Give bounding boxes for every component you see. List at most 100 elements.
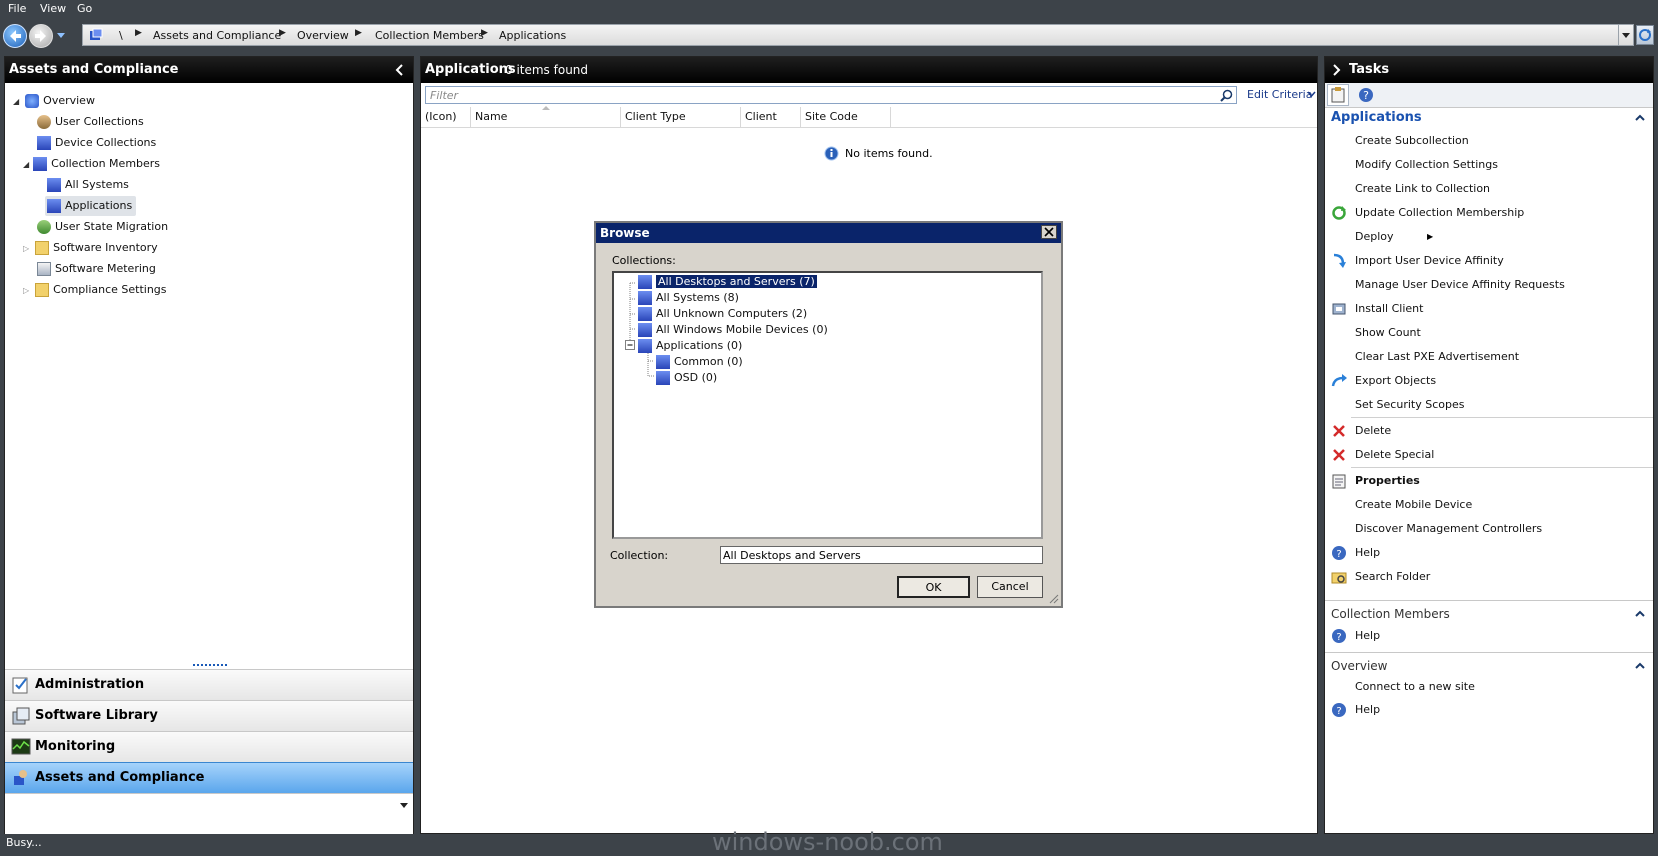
forward-button[interactable] xyxy=(29,24,53,48)
chevron-down-icon[interactable] xyxy=(399,802,409,810)
tab-help[interactable]: ? xyxy=(1357,86,1375,104)
search-icon[interactable] xyxy=(1220,89,1233,102)
crumb-assets[interactable]: Assets and Compliance xyxy=(153,29,281,42)
collection-icon xyxy=(638,275,652,289)
task-deploy[interactable]: Deploy xyxy=(1355,227,1394,247)
task-connect-new-site[interactable]: Connect to a new site xyxy=(1355,677,1475,697)
workspace-assets-and-compliance[interactable]: Assets and Compliance xyxy=(5,762,413,793)
tree-item-all-systems[interactable]: All Systems xyxy=(47,175,129,195)
task-delete-special[interactable]: Delete Special xyxy=(1355,445,1434,465)
info-icon xyxy=(824,146,839,161)
tree-item-collection-members[interactable]: ◢ Collection Members xyxy=(23,154,160,174)
dialog-tree-item[interactable]: All Systems (8) xyxy=(638,290,739,306)
filter-input[interactable]: Filter xyxy=(425,86,1237,104)
task-discover-management-controllers[interactable]: Discover Management Controllers xyxy=(1355,519,1542,539)
section-applications-header[interactable]: Applications xyxy=(1325,107,1653,129)
task-show-count[interactable]: Show Count xyxy=(1355,323,1421,343)
task-update-collection-membership[interactable]: Update Collection Membership xyxy=(1355,203,1524,223)
task-clear-last-pxe-advertisement[interactable]: Clear Last PXE Advertisement xyxy=(1355,347,1519,367)
chevron-up-icon[interactable] xyxy=(1635,114,1645,122)
task-set-security-scopes[interactable]: Set Security Scopes xyxy=(1355,395,1464,415)
task-help[interactable]: Help xyxy=(1355,543,1380,563)
task-export-objects[interactable]: Export Objects xyxy=(1355,371,1436,391)
workspace-software-library[interactable]: Software Library xyxy=(5,700,413,731)
task-modify-collection-settings[interactable]: Modify Collection Settings xyxy=(1355,155,1498,175)
tree-item-user-state-migration[interactable]: User State Migration xyxy=(37,217,168,237)
chevron-up-icon[interactable] xyxy=(1635,662,1645,670)
dialog-tree-item[interactable]: Applications (0) xyxy=(638,338,742,354)
refresh-icon xyxy=(1639,29,1651,41)
address-root[interactable]: \ xyxy=(119,29,123,42)
task-help-overview[interactable]: Help xyxy=(1355,700,1380,720)
task-import-user-device-affinity[interactable]: Import User Device Affinity xyxy=(1355,251,1504,271)
dialog-close-button[interactable] xyxy=(1041,225,1057,239)
history-dropdown-icon[interactable] xyxy=(56,32,66,40)
section-overview-header[interactable]: Overview xyxy=(1325,655,1653,677)
tasks-toolbar: ? xyxy=(1325,83,1653,108)
refresh-button[interactable] xyxy=(1636,25,1654,45)
dialog-tree-item[interactable]: All Unknown Computers (2) xyxy=(638,306,807,322)
task-properties[interactable]: Properties xyxy=(1355,471,1420,491)
tree-item-user-collections[interactable]: User Collections xyxy=(37,112,144,132)
task-create-subcollection[interactable]: Create Subcollection xyxy=(1355,131,1469,151)
tree-item-overview[interactable]: ◢ Overview xyxy=(13,91,95,111)
expanded-triangle-icon[interactable]: ◢ xyxy=(23,160,29,169)
address-dropdown[interactable] xyxy=(1618,25,1633,45)
edit-criteria-link[interactable]: Edit Criteria xyxy=(1247,88,1312,101)
task-manage-user-device-affinity-requests[interactable]: Manage User Device Affinity Requests xyxy=(1355,275,1565,295)
column-site-code[interactable]: Site Code xyxy=(801,107,891,127)
collection-icon xyxy=(47,199,61,213)
dialog-tree-item[interactable]: All Windows Mobile Devices (0) xyxy=(638,322,828,338)
crumb-applications[interactable]: Applications xyxy=(499,29,566,42)
tree-item-software-metering[interactable]: Software Metering xyxy=(37,259,156,279)
section-collection-members-header[interactable]: Collection Members xyxy=(1325,603,1653,625)
dialog-tree-item[interactable]: OSD (0) xyxy=(656,370,717,386)
tab-actions[interactable] xyxy=(1327,84,1349,106)
users-icon xyxy=(37,115,51,129)
column-client-type[interactable]: Client Type xyxy=(621,107,741,127)
tree-item-software-inventory[interactable]: ▷ Software Inventory xyxy=(23,238,158,258)
dialog-title: Browse xyxy=(600,226,650,240)
collapsed-triangle-icon[interactable]: ▷ xyxy=(23,286,29,295)
back-button[interactable] xyxy=(3,24,27,48)
column-client[interactable]: Client xyxy=(741,107,801,127)
crumb-collection-members[interactable]: Collection Members xyxy=(375,29,484,42)
task-delete[interactable]: Delete xyxy=(1355,421,1391,441)
cancel-button[interactable]: Cancel xyxy=(977,576,1043,598)
crumb-overview[interactable]: Overview xyxy=(297,29,349,42)
resize-grip-icon[interactable] xyxy=(1047,592,1059,604)
column-header-row: (Icon) Name Client Type Client Site Code xyxy=(421,106,1317,128)
address-field[interactable]: \ ▶ Assets and Compliance ▶ Overview ▶ C… xyxy=(82,24,1634,46)
workspace-administration[interactable]: Administration xyxy=(5,669,413,700)
task-help-collection-members[interactable]: Help xyxy=(1355,626,1380,646)
task-create-mobile-device[interactable]: Create Mobile Device xyxy=(1355,495,1472,515)
tree-item-compliance-settings[interactable]: ▷ Compliance Settings xyxy=(23,280,167,300)
tree-item-applications[interactable]: Applications xyxy=(45,196,137,216)
ok-button[interactable]: OK xyxy=(897,576,970,598)
workspace-monitoring[interactable]: Monitoring xyxy=(5,731,413,762)
dialog-tree-item[interactable]: All Desktops and Servers (7) xyxy=(638,274,818,290)
monitoring-icon xyxy=(11,738,31,755)
clipboard-icon xyxy=(1331,87,1345,103)
menu-view[interactable]: View xyxy=(40,2,66,15)
chevron-down-icon[interactable] xyxy=(1307,91,1316,99)
tree-item-device-collections[interactable]: Device Collections xyxy=(37,133,156,153)
assets-compliance-icon xyxy=(14,770,27,785)
menu-go[interactable]: Go xyxy=(77,2,92,15)
dialog-title-bar[interactable]: Browse xyxy=(596,223,1061,243)
task-create-link-to-collection[interactable]: Create Link to Collection xyxy=(1355,179,1490,199)
expand-pane-icon[interactable] xyxy=(1331,64,1341,76)
chevron-up-icon[interactable] xyxy=(1635,610,1645,618)
task-install-client[interactable]: Install Client xyxy=(1355,299,1423,319)
properties-icon xyxy=(1332,474,1346,489)
menu-file[interactable]: File xyxy=(8,2,26,15)
collapsed-triangle-icon[interactable]: ▷ xyxy=(23,244,29,253)
dialog-tree-item[interactable]: Common (0) xyxy=(656,354,743,370)
column-icon[interactable]: (Icon) xyxy=(421,107,471,127)
task-search-folder[interactable]: Search Folder xyxy=(1355,567,1430,587)
expanded-triangle-icon[interactable]: ◢ xyxy=(13,97,19,106)
collapse-pane-icon[interactable] xyxy=(395,64,405,76)
collection-input[interactable]: All Desktops and Servers xyxy=(720,546,1043,564)
collections-tree[interactable]: All Desktops and Servers (7) All Systems… xyxy=(612,271,1043,539)
back-arrow-icon xyxy=(10,30,21,42)
